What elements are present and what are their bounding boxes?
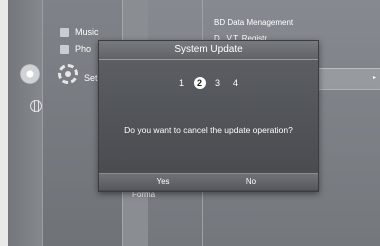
dialog-title: System Update: [99, 41, 318, 60]
submenu-item-bd-data[interactable]: BD Data Menagement: [214, 18, 293, 27]
step-indicator: 1 2 3 4: [99, 77, 318, 89]
photo-icon: [60, 44, 69, 54]
step-4: 4: [232, 78, 238, 88]
step-2-active: 2: [193, 77, 206, 89]
step-1: 1: [178, 78, 184, 88]
chevron-right-icon: ▸: [372, 75, 376, 81]
menu-item-label: Set: [84, 73, 98, 83]
menu-item-photo[interactable]: Pho: [60, 44, 91, 54]
menu-item-music[interactable]: Music: [60, 27, 99, 37]
system-update-dialog: System Update 1 2 3 4 Do you want to can…: [98, 40, 319, 192]
dialog-message: Do you want to cancel the update operati…: [124, 125, 293, 135]
menu-item-label: Pho: [75, 44, 92, 54]
music-icon: [60, 27, 69, 37]
yes-button[interactable]: Yes: [133, 174, 193, 190]
gear-icon[interactable]: [58, 64, 78, 84]
menu-item-label: Music: [75, 27, 99, 37]
tv-screen: Music Pho Set BD Data Menagement D.. V.T…: [8, 0, 380, 246]
dialog-button-row: Yes No: [99, 173, 318, 190]
left-rail: [8, 0, 42, 246]
no-button[interactable]: No: [221, 174, 281, 190]
step-3: 3: [214, 78, 220, 88]
menu-item-settings[interactable]: Set: [84, 73, 98, 83]
globe-icon[interactable]: [30, 100, 42, 112]
disc-icon[interactable]: [20, 64, 40, 84]
